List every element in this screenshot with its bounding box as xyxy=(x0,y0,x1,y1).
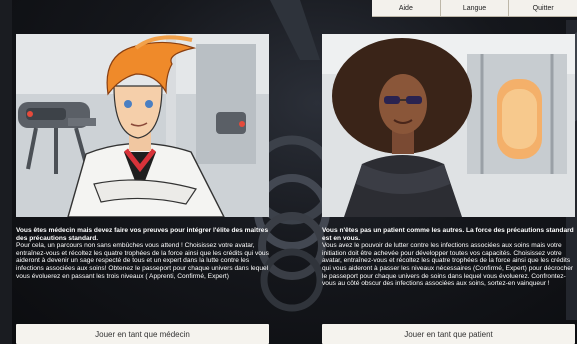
help-menu-item[interactable]: Aide xyxy=(372,0,440,16)
patient-body-text: Vous avez le pouvoir de lutter contre le… xyxy=(322,242,574,288)
doctor-body-text: Pour cela, un parcours non sans embûches… xyxy=(16,242,269,280)
play-as-patient-button[interactable]: Jouer en tant que patient xyxy=(322,324,575,344)
doctor-avatar-illustration xyxy=(16,34,269,217)
patient-panel: Vous n'êtes pas un patient comme les aut… xyxy=(322,34,575,288)
doctor-description: Vous êtes médecin mais devez faire vos p… xyxy=(16,227,269,280)
patient-avatar-illustration xyxy=(322,34,575,217)
quit-menu-item[interactable]: Quitter xyxy=(508,0,577,16)
doctor-panel: Vous êtes médecin mais devez faire vos p… xyxy=(16,34,269,280)
play-as-doctor-button[interactable]: Jouer en tant que médecin xyxy=(16,324,269,344)
top-menu: Aide Langue Quitter xyxy=(372,0,577,17)
doctor-lead-text: Vous êtes médecin mais devez faire vos p… xyxy=(16,227,269,242)
language-menu-item[interactable]: Langue xyxy=(439,0,509,16)
patient-lead-text: Vous n'êtes pas un patient comme les aut… xyxy=(322,227,574,242)
patient-description: Vous n'êtes pas un patient comme les aut… xyxy=(322,227,575,288)
